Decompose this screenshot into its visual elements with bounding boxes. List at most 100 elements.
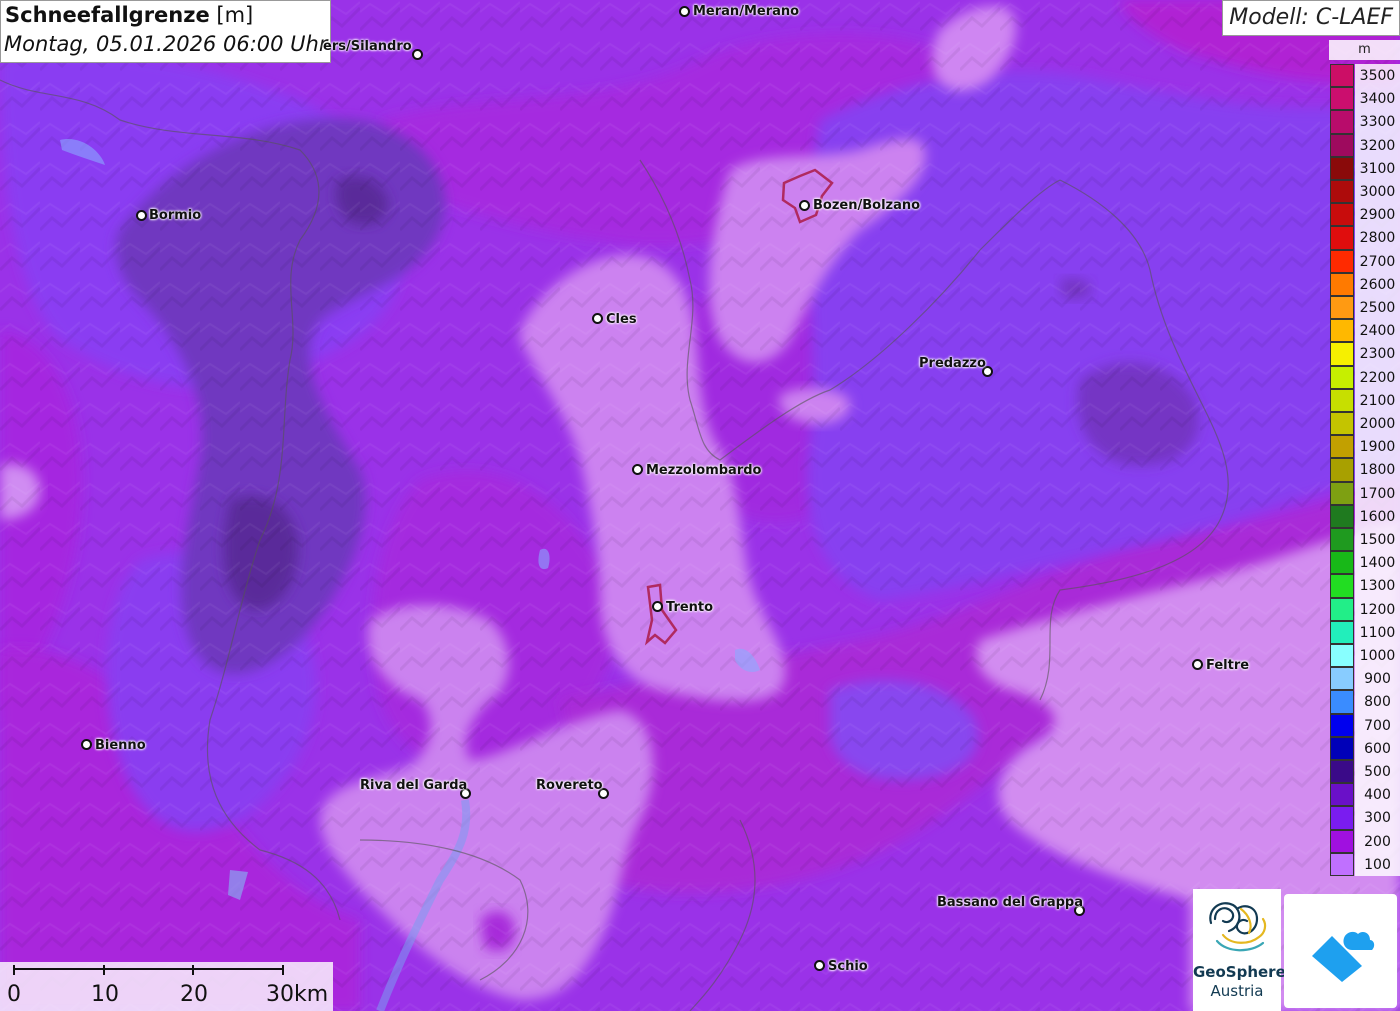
legend-value: 1700 xyxy=(1355,481,1400,505)
legend-value: 1100 xyxy=(1355,620,1400,644)
city-label[interactable]: Feltre xyxy=(1206,658,1249,673)
legend-swatch xyxy=(1330,388,1354,412)
city-label[interactable]: Rovereto xyxy=(536,778,603,793)
legend-row: 200 xyxy=(1329,829,1400,853)
map-title-box: Schneefallgrenze [m] Montag, 05.01.2026 … xyxy=(0,0,331,63)
city-marker[interactable] xyxy=(412,49,423,60)
geosphere-logo-line2: Austria xyxy=(1210,982,1264,1000)
city-marker[interactable] xyxy=(592,313,603,324)
legend-row: 1500 xyxy=(1329,528,1400,552)
legend-swatch xyxy=(1330,133,1354,157)
legend-swatch xyxy=(1330,203,1354,227)
legend-value: 2200 xyxy=(1355,365,1400,389)
geosphere-contour-icon xyxy=(1209,902,1267,952)
legend-swatch xyxy=(1330,644,1354,668)
model-box: Modell: C-LAEF xyxy=(1222,0,1400,36)
map-title: Schneefallgrenze [m] xyxy=(5,3,254,27)
city-marker[interactable] xyxy=(799,200,810,211)
legend-swatch xyxy=(1330,319,1354,343)
city-marker[interactable] xyxy=(679,6,690,17)
legend-row: 2800 xyxy=(1329,226,1400,250)
city-label[interactable]: Cles xyxy=(606,312,637,327)
city-marker[interactable] xyxy=(1192,659,1203,670)
snowline-map[interactable] xyxy=(0,0,1400,1011)
city-label[interactable]: Mezzolombardo xyxy=(646,463,761,478)
legend-swatch xyxy=(1330,783,1354,807)
legend-row: 300 xyxy=(1329,806,1400,830)
legend-row: 1800 xyxy=(1329,458,1400,482)
legend-row: 3400 xyxy=(1329,87,1400,111)
legend-row: 2200 xyxy=(1329,365,1400,389)
legend-swatch xyxy=(1330,342,1354,366)
legend-row: 3500 xyxy=(1329,64,1400,88)
legend-row: 2700 xyxy=(1329,249,1400,273)
city-marker[interactable] xyxy=(81,739,92,750)
scale-label-20: 20 xyxy=(180,982,208,1007)
legend-swatch xyxy=(1330,110,1354,134)
legend-value: 1300 xyxy=(1355,574,1400,598)
legend-swatch xyxy=(1330,87,1354,111)
legend-row: 500 xyxy=(1329,760,1400,784)
legend-row: 2300 xyxy=(1329,342,1400,366)
legend-row: 3200 xyxy=(1329,133,1400,157)
legend-row: 2900 xyxy=(1329,203,1400,227)
legend-value: 100 xyxy=(1355,852,1400,876)
legend-value: 1400 xyxy=(1355,551,1400,575)
legend-value: 900 xyxy=(1355,667,1400,691)
legend-swatch xyxy=(1330,458,1354,482)
legend-value: 800 xyxy=(1355,690,1400,714)
forecast-datetime: Montag, 05.01.2026 06:00 Uhr xyxy=(4,32,328,56)
city-label[interactable]: Riva del Garda xyxy=(360,778,467,793)
legend-swatch xyxy=(1330,852,1354,876)
legend-value: 500 xyxy=(1355,760,1400,784)
legend-row: 400 xyxy=(1329,783,1400,807)
city-marker[interactable] xyxy=(136,210,147,221)
scale-bar: 0 10 20 30km xyxy=(0,962,333,1011)
legend-value: 200 xyxy=(1355,829,1400,853)
legend-swatch xyxy=(1330,504,1354,528)
legend-value: 2400 xyxy=(1355,319,1400,343)
legend-row: 900 xyxy=(1329,667,1400,691)
city-label[interactable]: Predazzo xyxy=(919,356,986,371)
legend-swatch xyxy=(1330,806,1354,830)
city-label[interactable]: Bassano del Grappa xyxy=(937,895,1083,910)
city-marker[interactable] xyxy=(632,464,643,475)
legend-swatch xyxy=(1330,690,1354,714)
city-marker[interactable] xyxy=(814,960,825,971)
geosphere-logo[interactable]: GeoSphere Austria xyxy=(1193,889,1286,1011)
legend-row: 1300 xyxy=(1329,574,1400,598)
legend-row: 1100 xyxy=(1329,620,1400,644)
weather-app-logo[interactable] xyxy=(1284,894,1397,1008)
legend-swatch xyxy=(1330,156,1354,180)
legend-swatch xyxy=(1330,760,1354,784)
legend-row: 2000 xyxy=(1329,412,1400,436)
legend-swatch xyxy=(1330,296,1354,320)
city-label[interactable]: Schio xyxy=(828,959,868,974)
legend-value: 1200 xyxy=(1355,597,1400,621)
city-label[interactable]: Bozen/Bolzano xyxy=(813,198,920,213)
scale-label-10: 10 xyxy=(91,982,119,1007)
legend-row: 1400 xyxy=(1329,551,1400,575)
legend-value: 600 xyxy=(1355,736,1400,760)
legend-value: 2800 xyxy=(1355,226,1400,250)
city-label[interactable]: Bormio xyxy=(149,208,201,223)
legend-value: 3000 xyxy=(1355,180,1400,204)
legend-value: 2700 xyxy=(1355,249,1400,273)
color-legend: m 3500 3400 3300 3200 3100 3000 2900 2800 2700 26… xyxy=(1329,40,1400,876)
city-label[interactable]: Trento xyxy=(666,600,713,615)
legend-swatch xyxy=(1330,272,1354,296)
city-label[interactable]: ers/Silandro xyxy=(323,39,412,54)
legend-value: 2300 xyxy=(1355,342,1400,366)
legend-row: 2100 xyxy=(1329,388,1400,412)
city-label[interactable]: Meran/Merano xyxy=(693,4,799,19)
city-marker[interactable] xyxy=(652,601,663,612)
city-label[interactable]: Bienno xyxy=(95,738,146,753)
scale-label-30km: 30km xyxy=(266,982,329,1007)
legend-value: 400 xyxy=(1355,783,1400,807)
legend-value: 3300 xyxy=(1355,110,1400,134)
legend-swatch xyxy=(1330,829,1354,853)
legend-row: 2500 xyxy=(1329,296,1400,320)
legend-value: 700 xyxy=(1355,713,1400,737)
mountain-cloud-icon xyxy=(1312,931,1375,982)
legend-row: 3000 xyxy=(1329,180,1400,204)
